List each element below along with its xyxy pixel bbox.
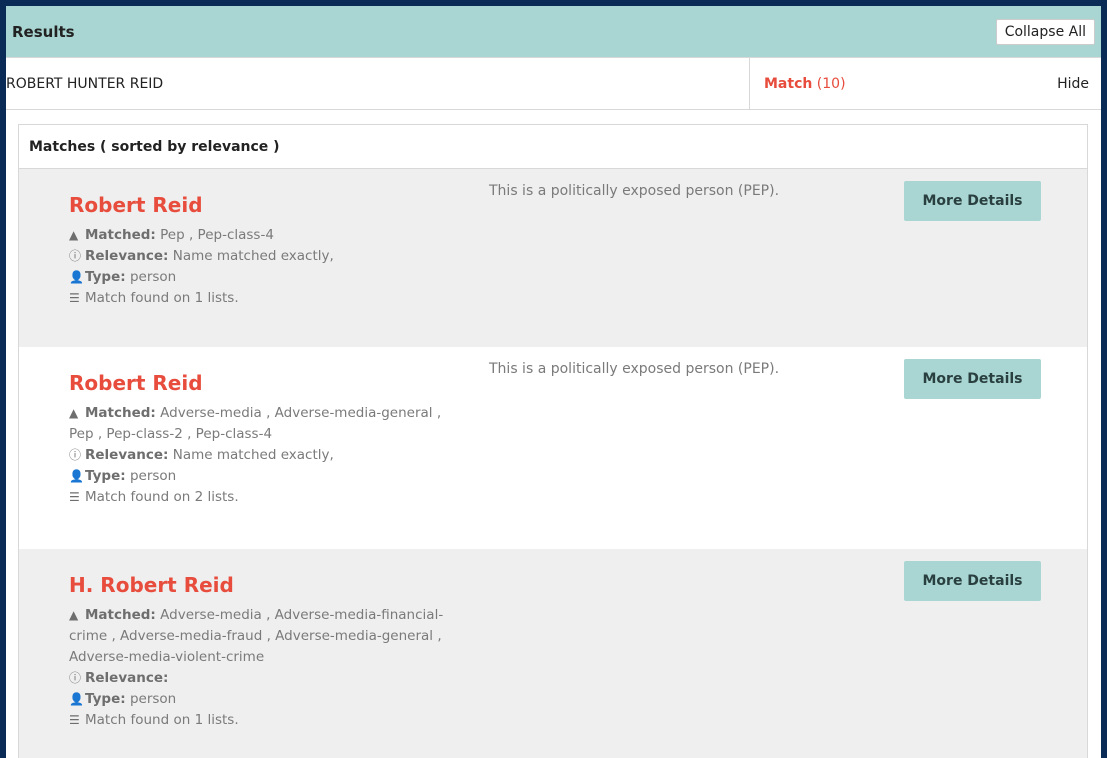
lists-found: Match found on 1 lists. — [85, 712, 239, 728]
list-icon: ☰ — [69, 713, 80, 727]
more-details-button[interactable]: More Details — [904, 359, 1041, 399]
match-label: Match — [764, 75, 813, 92]
type-label: Type: — [85, 269, 126, 285]
type-value: person — [129, 269, 177, 285]
results-title: Results — [12, 22, 75, 41]
type-value: person — [129, 468, 177, 484]
warning-icon: ▲ — [69, 228, 79, 242]
info-circle-icon: ⓘ — [69, 249, 82, 263]
lists-found: Match found on 1 lists. — [85, 290, 239, 306]
warning-icon: ▲ — [69, 406, 79, 420]
type-value: person — [129, 691, 177, 707]
results-panel: Results Collapse All ROBERT HUNTER REID … — [6, 6, 1101, 758]
relevance-label: Relevance: — [85, 670, 169, 686]
matched-value: Pep , Pep-class-4 — [160, 227, 274, 243]
match-details: ▲ Matched: Adverse-media , Adverse-media-… — [69, 605, 449, 731]
relevance-label: Relevance: — [85, 447, 169, 463]
matches-box: Matches ( sorted by relevance ) Robert R… — [18, 124, 1088, 758]
type-label: Type: — [85, 691, 126, 707]
results-header: Results Collapse All — [6, 6, 1101, 58]
info-circle-icon: ⓘ — [69, 448, 82, 462]
lists-found: Match found on 2 lists. — [85, 489, 239, 505]
matched-label: Matched: — [85, 227, 156, 243]
warning-icon: ▲ — [69, 608, 79, 622]
more-details-button[interactable]: More Details — [904, 181, 1041, 221]
user-icon: 👤 — [69, 469, 84, 483]
matched-label: Matched: — [85, 405, 156, 421]
hide-link[interactable]: Hide — [1057, 76, 1089, 92]
match-summary[interactable]: Match (10) — [764, 76, 846, 92]
relevance-value: Name matched exactly, — [172, 248, 334, 264]
match-details: ▲ Matched: Pep , Pep-class-4 ⓘ Relevance: … — [69, 225, 449, 309]
subject-row: ROBERT HUNTER REID Match (10) Hide — [6, 58, 1101, 110]
match-item: Robert Reid ▲ Matched: Pep , Pep-class-4 … — [19, 169, 1087, 347]
list-icon: ☰ — [69, 291, 80, 305]
info-circle-icon: ⓘ — [69, 671, 82, 685]
matched-label: Matched: — [85, 607, 156, 623]
user-icon: 👤 — [69, 270, 84, 284]
matches-header: Matches ( sorted by relevance ) — [19, 125, 1087, 169]
subject-match-cell: Match (10) Hide — [750, 58, 1101, 109]
pep-note: This is a politically exposed person (PE… — [489, 361, 780, 377]
user-icon: 👤 — [69, 692, 84, 706]
match-item: H. Robert Reid ▲ Matched: Adverse-media ,… — [19, 549, 1087, 758]
relevance-value: Name matched exactly, — [172, 447, 334, 463]
relevance-label: Relevance: — [85, 248, 169, 264]
match-details: ▲ Matched: Adverse-media , Adverse-media-… — [69, 403, 449, 508]
match-item: Robert Reid ▲ Matched: Adverse-media , Ad… — [19, 347, 1087, 549]
collapse-all-button[interactable]: Collapse All — [995, 18, 1095, 45]
more-details-button[interactable]: More Details — [904, 561, 1041, 601]
subject-name: ROBERT HUNTER REID — [6, 58, 750, 109]
pep-note: This is a politically exposed person (PE… — [489, 183, 780, 199]
list-icon: ☰ — [69, 490, 80, 504]
match-count: (10) — [816, 75, 846, 92]
type-label: Type: — [85, 468, 126, 484]
